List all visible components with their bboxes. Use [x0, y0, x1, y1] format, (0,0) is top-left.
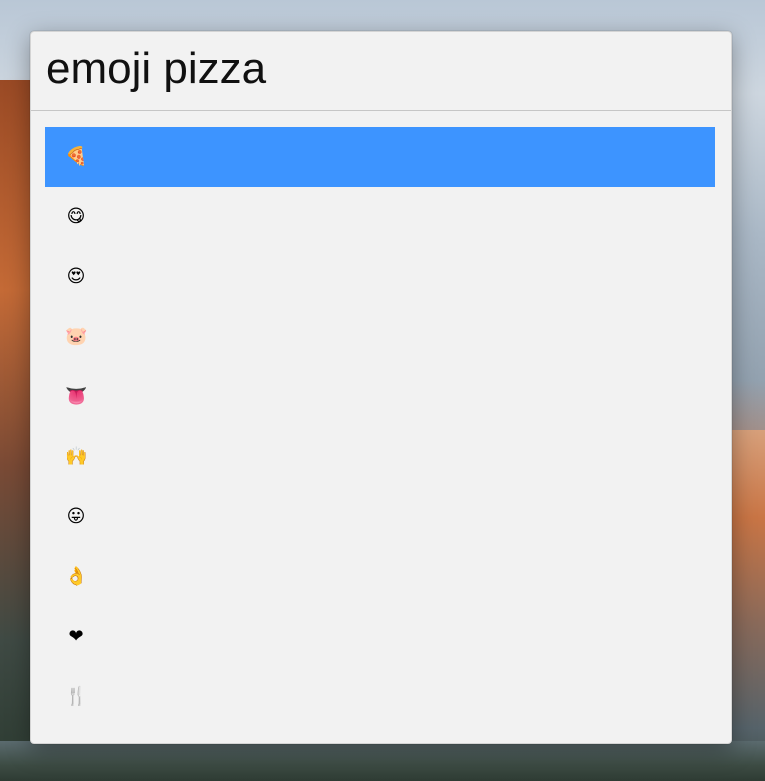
result-item[interactable]: 😋	[45, 187, 715, 247]
results-list: 🍕 😋 😍 🐷 👅 🙌 😛 👌 ❤ 🍴	[45, 127, 715, 727]
wallpaper-cliff-right	[727, 430, 765, 781]
result-item[interactable]: 👌	[45, 547, 715, 607]
search-bar	[31, 32, 731, 111]
yum-face-icon: 😋	[66, 206, 86, 227]
result-item[interactable]: 🙌	[45, 427, 715, 487]
result-item-selected[interactable]: 🍕	[45, 127, 715, 187]
search-input[interactable]	[46, 39, 706, 99]
pizza-icon: 🍕	[65, 146, 88, 167]
tongue-icon: 👅	[65, 386, 88, 407]
result-item[interactable]: 🍴	[45, 667, 715, 727]
result-item[interactable]: 😛	[45, 487, 715, 547]
raised-hands-icon: 🙌	[65, 446, 88, 467]
pig-face-icon: 🐷	[65, 326, 88, 347]
wallpaper-valley	[0, 741, 765, 781]
result-item[interactable]: 😍	[45, 247, 715, 307]
heart-icon: ❤	[68, 626, 84, 647]
heart-eyes-face-icon: 😍	[66, 266, 86, 287]
ok-hand-icon: 👌	[65, 566, 88, 587]
emoji-launcher-window: 🍕 😋 😍 🐷 👅 🙌 😛 👌 ❤ 🍴	[30, 31, 732, 744]
fork-and-knife-icon: 🍴	[65, 686, 88, 707]
tongue-out-face-icon: 😛	[66, 506, 86, 527]
result-item[interactable]: ❤	[45, 607, 715, 667]
result-item[interactable]: 🐷	[45, 307, 715, 367]
result-item[interactable]: 👅	[45, 367, 715, 427]
